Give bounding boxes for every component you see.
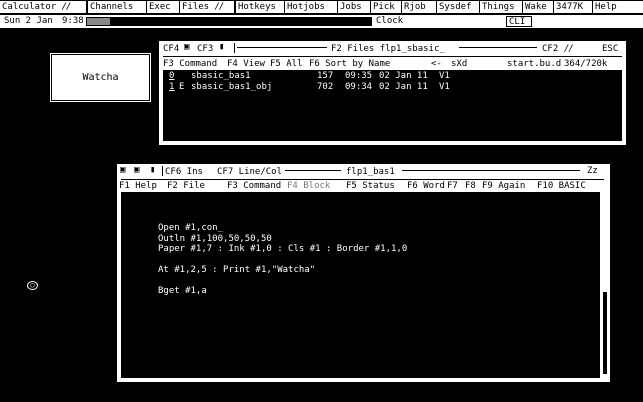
again-button[interactable]: F9 Again	[482, 181, 525, 191]
menu-files[interactable]: Files //	[180, 1, 234, 13]
menu-pick[interactable]: Pick	[371, 1, 401, 13]
device-path[interactable]: start.bu.d	[507, 59, 561, 69]
word-button[interactable]: F6 Word	[407, 181, 445, 191]
file-name: sbasic_bas1_obj	[191, 82, 273, 92]
divider	[459, 47, 537, 48]
scrollbar-thumb[interactable]	[603, 292, 607, 374]
sleep-icon[interactable]: Zz	[587, 166, 598, 176]
editor-window[interactable]: ▣ ▣ ▮ CF6 Ins CF7 Line/Col flp1_bas1 Zz …	[117, 164, 610, 382]
menu-jobs[interactable]: Jobs	[338, 1, 370, 13]
code-line: Bget #1,a	[158, 286, 207, 296]
code-line: Open #1,con_	[158, 223, 224, 233]
tab-line-col[interactable]: CF7 Line/Col	[217, 167, 282, 177]
menu-calculator[interactable]: Calculator //	[0, 1, 86, 13]
window-icon[interactable]: ▮	[219, 43, 224, 52]
sort-button[interactable]: F6 Sort by Name	[309, 59, 390, 69]
files-window-title: F2 Files flp1_sbasic_	[331, 44, 445, 54]
menu-help[interactable]: Help	[593, 1, 643, 13]
code-line: At #1,2,5 : Print #1,"Watcha"	[158, 265, 316, 275]
help-button[interactable]: F1 Help	[119, 181, 157, 191]
menu-hotkeys[interactable]: Hotkeys	[236, 1, 284, 13]
file-name: sbasic_bas1	[191, 71, 251, 81]
date-display: Sun 2 Jan	[4, 16, 53, 26]
block-button[interactable]: F4 Block	[287, 181, 330, 191]
status-button[interactable]: F5 Status	[346, 181, 395, 191]
files-window[interactable]: CF4 ▣ CF3 ▮ F2 Files flp1_sbasic_ CF2 //…	[159, 41, 626, 145]
editor-file-name: flp1_bas1	[346, 167, 395, 177]
menu-rjob[interactable]: Rjob	[402, 1, 436, 13]
view-button[interactable]: F4 View	[227, 59, 265, 69]
divider	[285, 170, 341, 171]
memory-progress-bar	[86, 17, 372, 26]
menu-bar: Calculator // Channels Exec Files // Hot…	[0, 0, 643, 14]
vertical-scrollbar[interactable]	[602, 192, 608, 378]
mouse-pointer-icon: ○	[27, 281, 38, 290]
sxd-button[interactable]: sXd	[451, 59, 467, 69]
window-icon[interactable]: ▣	[120, 166, 125, 175]
divider	[402, 170, 580, 171]
code-line: Outln #1,100,50,50,50	[158, 234, 272, 244]
tab-cf4[interactable]: CF4	[163, 44, 179, 54]
watcha-window: Watcha	[50, 53, 151, 102]
command-button[interactable]: F3 Command	[227, 181, 281, 191]
menu-hotjobs[interactable]: Hotjobs	[285, 1, 337, 13]
lightning-icon: //	[61, 2, 72, 12]
memory-progress-fill	[87, 18, 110, 25]
all-button[interactable]: F5 All	[270, 59, 303, 69]
f8-button[interactable]: F8	[465, 181, 476, 191]
divider	[121, 179, 604, 180]
divider	[234, 43, 235, 53]
code-line: Paper #1,7 : Ink #1,0 : Cls #1 : Border …	[158, 244, 408, 254]
back-button[interactable]: <-	[431, 59, 442, 69]
esc-button[interactable]: ESC	[602, 44, 618, 54]
divider	[163, 56, 622, 57]
menu-things[interactable]: Things	[480, 1, 522, 13]
f7-button[interactable]: F7	[447, 181, 458, 191]
lightning-icon: //	[214, 2, 225, 12]
command-button[interactable]: F3 Command	[163, 59, 217, 69]
tab-cf2[interactable]: CF2	[542, 44, 558, 54]
disk-space: 364/720k	[564, 59, 608, 69]
clock-label[interactable]: Clock	[376, 16, 403, 27]
menu-channels[interactable]: Channels	[88, 1, 146, 13]
lightning-icon[interactable]: //	[564, 44, 574, 54]
menu-sysdef[interactable]: Sysdef	[437, 1, 479, 13]
editor-text-area[interactable]: Open #1,con_ Outln #1,100,50,50,50 Paper…	[121, 192, 600, 378]
time-display: 9:38	[62, 16, 84, 26]
cli-button[interactable]: CLI	[506, 16, 532, 27]
window-icon[interactable]: ▣	[184, 43, 189, 52]
menu-exec[interactable]: Exec	[147, 1, 179, 13]
tab-insert[interactable]: CF6 Ins	[165, 167, 203, 177]
window-icon[interactable]: ▮	[150, 166, 155, 175]
divider	[162, 166, 163, 176]
status-bar: Sun 2 Jan 9:38 Clock CLI	[0, 15, 643, 28]
window-icon[interactable]: ▣	[134, 166, 139, 175]
basic-button[interactable]: F10 BASIC	[537, 181, 586, 191]
files-list[interactable]: 0 sbasic_bas1 157 09:35 02 Jan 11 V1 1 E…	[163, 70, 622, 141]
tab-cf3[interactable]: CF3	[197, 44, 213, 54]
menu-memory[interactable]: 3477K	[554, 1, 592, 13]
file-button[interactable]: F2 File	[167, 181, 205, 191]
menu-wake[interactable]: Wake	[523, 1, 553, 13]
divider	[237, 47, 327, 48]
